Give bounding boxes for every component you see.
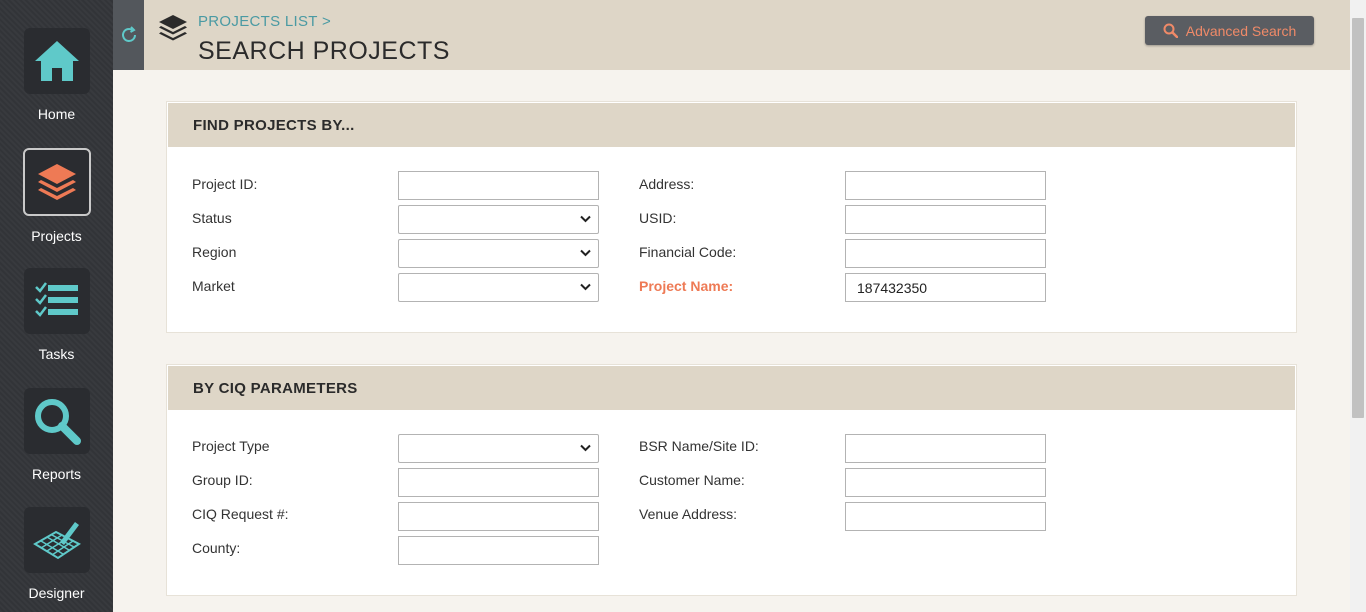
venue-address-label: Venue Address: (639, 506, 738, 522)
layers-icon (37, 164, 76, 200)
sidebar-item-label: Reports (31, 466, 82, 482)
refresh-icon (121, 26, 136, 42)
sidebar-item-tasks[interactable]: Tasks (0, 268, 113, 362)
search-icon (1163, 23, 1178, 38)
group-id-label: Group ID: (192, 472, 253, 488)
layers-icon (159, 15, 187, 41)
advanced-search-label: Advanced Search (1185, 22, 1297, 39)
status-select[interactable] (398, 205, 599, 234)
project-type-label: Project Type (192, 438, 270, 454)
group-id-input[interactable] (398, 468, 599, 497)
ciq-parameters-panel: BY CIQ PARAMETERS Project Type Group ID:… (166, 364, 1297, 596)
advanced-search-button[interactable]: Advanced Search (1145, 16, 1314, 45)
project-name-input[interactable] (845, 273, 1046, 302)
chevron-down-icon (580, 283, 591, 291)
region-label: Region (192, 244, 237, 260)
status-label: Status (192, 210, 232, 226)
market-select[interactable] (398, 273, 599, 302)
venue-address-input[interactable] (845, 502, 1046, 531)
county-label: County: (192, 540, 241, 556)
search-icon (34, 399, 81, 445)
chevron-down-icon (580, 249, 591, 257)
project-id-label: Project ID: (192, 176, 258, 192)
sidebar-item-home[interactable]: Home (0, 28, 113, 122)
sidebar-item-reports[interactable]: Reports (0, 388, 113, 482)
county-input[interactable] (398, 536, 599, 565)
project-name-label: Project Name: (639, 278, 734, 294)
sidebar: Home Projects Tasks Reports Designer (0, 0, 113, 612)
customer-name-input[interactable] (845, 468, 1046, 497)
sidebar-item-designer[interactable]: Designer (0, 507, 113, 601)
sidebar-item-label: Tasks (38, 346, 75, 362)
address-label: Address: (639, 176, 695, 192)
financial-code-input[interactable] (845, 239, 1046, 268)
project-id-input[interactable] (398, 171, 599, 200)
breadcrumb[interactable]: PROJECTS LIST > (198, 13, 331, 30)
bsr-name-label: BSR Name/Site ID: (639, 438, 759, 454)
panel-title: FIND PROJECTS BY... (168, 103, 1295, 147)
sidebar-item-label: Designer (28, 585, 85, 601)
ciq-request-input[interactable] (398, 502, 599, 531)
address-input[interactable] (845, 171, 1046, 200)
home-icon (34, 41, 79, 81)
refresh-button[interactable] (113, 0, 144, 70)
checklist-icon (34, 282, 78, 317)
customer-name-label: Customer Name: (639, 472, 745, 488)
usid-input[interactable] (845, 205, 1046, 234)
chevron-down-icon (580, 444, 591, 452)
page-header: PROJECTS LIST > SEARCH PROJECTS Advanced… (144, 0, 1350, 70)
page-title: SEARCH PROJECTS (198, 37, 450, 65)
scrollbar-thumb[interactable] (1352, 18, 1364, 418)
usid-label: USID: (639, 210, 677, 226)
ciq-request-label: CIQ Request #: (192, 506, 289, 522)
bsr-name-input[interactable] (845, 434, 1046, 463)
financial-code-label: Financial Code: (639, 244, 737, 260)
project-type-select[interactable] (398, 434, 599, 463)
page-scrollbar[interactable] (1350, 0, 1366, 612)
find-projects-panel: FIND PROJECTS BY... Project ID: Status R… (166, 101, 1297, 333)
designer-icon (32, 522, 81, 560)
region-select[interactable] (398, 239, 599, 268)
chevron-down-icon (580, 215, 591, 223)
market-label: Market (192, 278, 235, 294)
sidebar-item-label: Projects (31, 228, 82, 244)
sidebar-item-projects[interactable]: Projects (0, 148, 113, 244)
sidebar-item-label: Home (37, 106, 76, 122)
panel-title: BY CIQ PARAMETERS (168, 366, 1295, 410)
